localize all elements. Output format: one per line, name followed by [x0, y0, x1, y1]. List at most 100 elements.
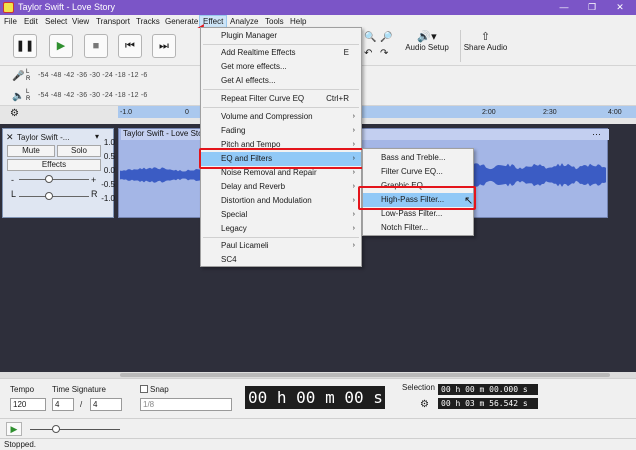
close-icon[interactable]: ✕	[608, 0, 632, 15]
playback-meter[interactable]: 🔈 LR -54 -48 -42 -36 -30 -24 -18 -12 -6	[0, 88, 200, 106]
speed-slider-thumb[interactable]	[52, 425, 60, 433]
scrollbar-thumb[interactable]	[120, 373, 610, 377]
time-signature-label: Time Signature	[52, 385, 106, 394]
scale-label: -1.0	[101, 194, 115, 203]
menu-item-special[interactable]: Special ›	[201, 208, 361, 222]
scale-label: 0.0	[104, 166, 115, 175]
time-sig-sep: /	[80, 400, 82, 409]
audio-setup-label: Audio Setup	[402, 43, 452, 52]
menu-item-paul-licameli[interactable]: Paul Licameli ›	[201, 239, 361, 253]
menu-transport[interactable]: Transport	[93, 15, 133, 28]
menu-separator	[203, 107, 359, 108]
menu-item-repeat-filter-curve[interactable]: Repeat Filter Curve EQ Ctrl+R	[201, 92, 361, 106]
timeline-settings-icon[interactable]: ⚙	[10, 108, 19, 119]
menu-tracks[interactable]: Tracks	[133, 15, 163, 28]
restore-icon[interactable]: ❐	[580, 0, 604, 15]
menu-item-label: SC4	[221, 255, 237, 264]
menu-item-label: Distortion and Modulation	[221, 196, 312, 205]
menu-item-label: Plugin Manager	[221, 31, 277, 40]
skip-end-icon: ⏭	[159, 40, 169, 52]
audio-setup-button[interactable]: 🔊▾ Audio Setup	[402, 30, 452, 62]
menu-item-label: Fading	[221, 126, 245, 135]
submenu-arrow-icon: ›	[353, 110, 355, 124]
submenu-arrow-icon: ›	[353, 208, 355, 222]
zoom-toggle-icon[interactable]: 🔎	[380, 32, 392, 43]
menu-item-label: Get AI effects...	[221, 76, 276, 85]
time-display[interactable]: 00 h 00 m 00 s	[245, 386, 385, 409]
submenu-item-bass-treble[interactable]: Bass and Treble...	[363, 151, 473, 165]
snap-checkbox[interactable]	[140, 385, 148, 393]
menu-item-label: Add Realtime Effects	[221, 48, 296, 57]
time-sig-numerator[interactable]: 4	[52, 398, 74, 411]
menu-item-label: Legacy	[221, 224, 247, 233]
skip-end-button[interactable]: ⏭	[152, 34, 176, 58]
play-at-speed-icon: ▶	[11, 424, 18, 434]
menu-item-label: Volume and Compression	[221, 112, 313, 121]
submenu-arrow-icon: ›	[353, 124, 355, 138]
menu-item-label: Paul Licameli	[221, 241, 269, 250]
ruler-tick: 4:00	[608, 109, 622, 116]
ruler-play-region[interactable]	[118, 106, 636, 118]
selection-start[interactable]: 00 h 00 m 00.000 s	[438, 384, 538, 395]
speaker-icon: 🔊▾	[402, 30, 452, 43]
pause-button[interactable]: ❚❚	[13, 34, 37, 58]
submenu-item-filter-curve[interactable]: Filter Curve EQ...	[363, 165, 473, 179]
menu-item-get-ai-effects[interactable]: Get AI effects...	[201, 74, 361, 88]
submenu-arrow-icon: ›	[353, 180, 355, 194]
menu-item-legacy[interactable]: Legacy ›	[201, 222, 361, 236]
menu-view[interactable]: View	[69, 15, 92, 28]
menu-item-label: Delay and Reverb	[221, 182, 285, 191]
menu-item-delay-reverb[interactable]: Delay and Reverb ›	[201, 180, 361, 194]
share-audio-button[interactable]: ⇧ Share Audio	[460, 30, 510, 62]
snap-label: Snap	[150, 385, 169, 394]
menu-item-fading[interactable]: Fading ›	[201, 124, 361, 138]
amplitude-scale: 1.0 0.5 0.0 -0.5 -1.0	[0, 128, 118, 218]
menu-separator	[203, 237, 359, 238]
playback-meter-scale: -54 -48 -42 -36 -30 -24 -18 -12 -6	[38, 92, 148, 99]
menu-item-label: Notch Filter...	[381, 223, 428, 232]
menu-item-label: Repeat Filter Curve EQ	[221, 94, 304, 103]
speaker-meter-icon: 🔈	[12, 91, 24, 102]
menu-item-shortcut: Ctrl+R	[326, 92, 349, 106]
selection-label: Selection	[402, 383, 435, 392]
menu-item-sc4[interactable]: SC4	[201, 253, 361, 267]
play-button[interactable]: ▶	[49, 34, 73, 58]
audacity-app-icon	[3, 2, 14, 13]
snap-select[interactable]: 1/8	[140, 398, 232, 411]
menu-edit[interactable]: Edit	[21, 15, 41, 28]
minimize-icon[interactable]: —	[552, 0, 576, 15]
menu-item-add-realtime-effects[interactable]: Add Realtime Effects E	[201, 46, 361, 60]
ruler-tick: 0	[185, 109, 189, 116]
menu-item-label: Filter Curve EQ...	[381, 167, 443, 176]
pause-icon: ❚❚	[16, 40, 34, 52]
zoom-in-icon[interactable]: 🔍	[364, 32, 376, 43]
menu-item-plugin-manager[interactable]: Plugin Manager	[201, 29, 361, 43]
record-meter-scale: -54 -48 -42 -36 -30 -24 -18 -12 -6	[38, 72, 148, 79]
menu-select[interactable]: Select	[42, 15, 70, 28]
redo-icon[interactable]: ↷	[380, 48, 388, 59]
menu-item-get-more-effects[interactable]: Get more effects...	[201, 60, 361, 74]
stop-button[interactable]: ■	[84, 34, 108, 58]
time-sig-denominator[interactable]: 4	[90, 398, 122, 411]
selection-settings-icon[interactable]: ⚙	[420, 399, 429, 410]
lr-label-play: LR	[26, 89, 30, 103]
scale-label: -0.5	[101, 180, 115, 189]
skip-start-button[interactable]: ⏮	[118, 34, 142, 58]
tempo-input[interactable]: 120	[10, 398, 46, 411]
menu-item-shortcut: E	[344, 46, 349, 60]
scale-label: 1.0	[104, 138, 115, 147]
play-icon: ▶	[57, 40, 65, 52]
speed-slider[interactable]	[30, 429, 120, 430]
play-at-speed-button[interactable]: ▶	[6, 422, 22, 436]
submenu-item-notch[interactable]: Notch Filter...	[363, 221, 473, 235]
stop-icon: ■	[93, 40, 100, 52]
undo-icon[interactable]: ↶	[364, 48, 372, 59]
menu-file[interactable]: File	[1, 15, 20, 28]
play-at-speed-toolbar: ▶	[0, 418, 636, 438]
lr-label: LR	[26, 69, 30, 83]
record-meter[interactable]: 🎤 LR -54 -48 -42 -36 -30 -24 -18 -12 -6	[0, 68, 200, 86]
menu-item-volume-compression[interactable]: Volume and Compression ›	[201, 110, 361, 124]
selection-end[interactable]: 00 h 03 m 56.542 s	[438, 398, 538, 409]
submenu-arrow-icon: ›	[353, 239, 355, 253]
menu-item-distortion-modulation[interactable]: Distortion and Modulation ›	[201, 194, 361, 208]
